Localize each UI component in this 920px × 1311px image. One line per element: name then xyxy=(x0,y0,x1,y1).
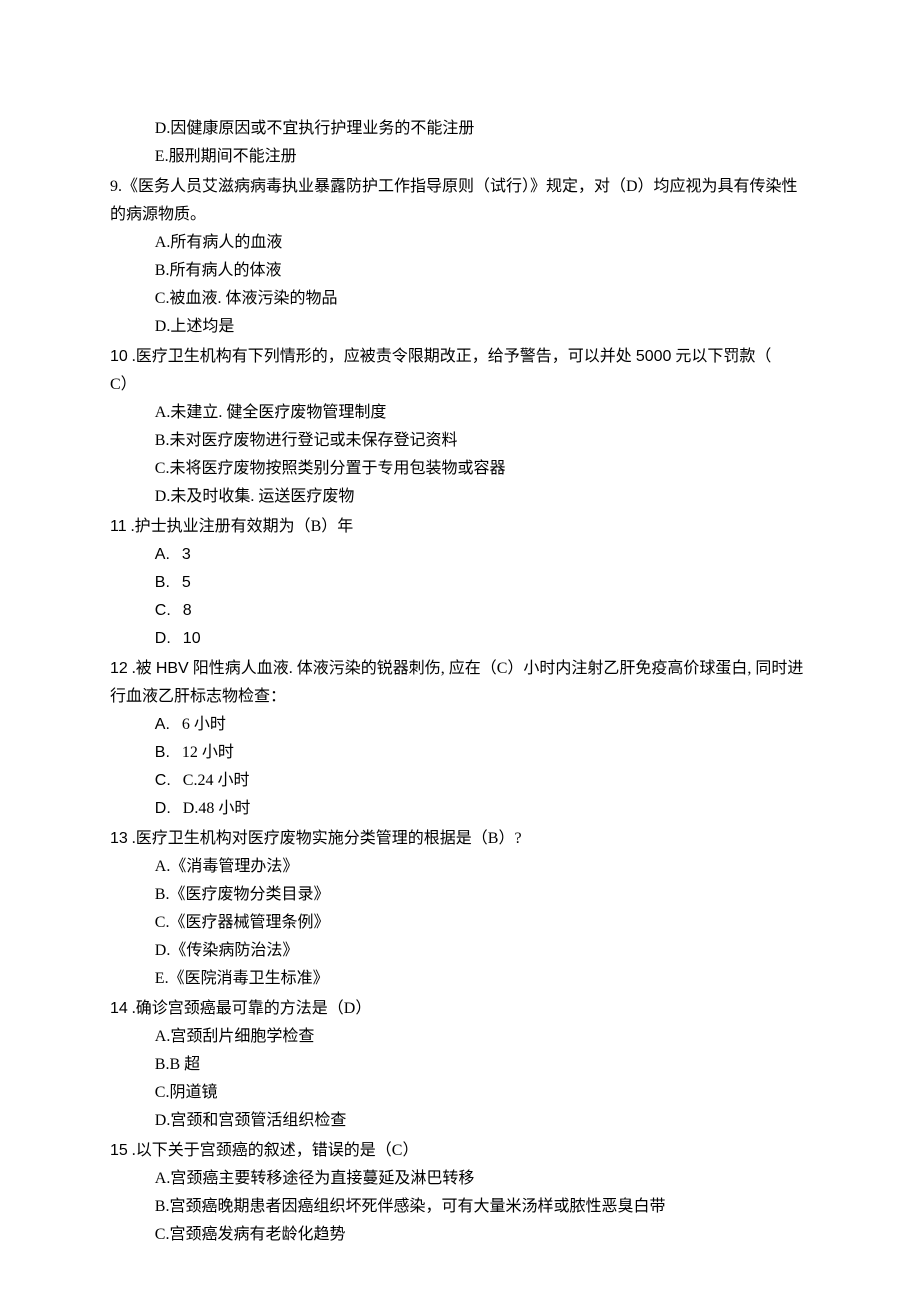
q9-option-c: C.被血液. 体液污染的物品 xyxy=(110,285,810,313)
q13-option-d: D.《传染病防治法》 xyxy=(110,937,810,965)
q15-stem-text: .以下关于宫颈癌的叙述，错误的是（C） xyxy=(128,1142,419,1159)
q11-option-c: C. 8 xyxy=(110,597,810,625)
q11-c-label: C. xyxy=(155,602,171,619)
q15-option-a: A.宫颈癌主要转移途径为直接蔓延及淋巴转移 xyxy=(110,1165,810,1193)
question-12: 12 .被 HBV 阳性病人血液. 体液污染的锐器刺伤, 应在（C）小时内注射乙… xyxy=(110,655,810,823)
question-10: 10 .医疗卫生机构有下列情形的，应被责令限期改正，给予警告，可以并处 5000… xyxy=(110,343,810,511)
question-10-stem: 10 .医疗卫生机构有下列情形的，应被责令限期改正，给予警告，可以并处 5000… xyxy=(110,343,810,371)
q11-b-label: B. xyxy=(155,574,170,591)
q11-option-d: D. 10 xyxy=(110,625,810,653)
q13-number: 13 xyxy=(110,830,128,847)
q13-option-b: B.《医疗废物分类目录》 xyxy=(110,881,810,909)
q12-option-b: B. 12 小时 xyxy=(110,739,810,767)
q15-number: 15 xyxy=(110,1142,128,1159)
q11-number: 11 xyxy=(110,518,127,535)
question-12-stem: 12 .被 HBV 阳性病人血液. 体液污染的锐器刺伤, 应在（C）小时内注射乙… xyxy=(110,655,810,711)
q13-option-e: E.《医院消毒卫生标准》 xyxy=(110,965,810,993)
q15-option-b: B.宫颈癌晚期患者因癌组织坏死伴感染，可有大量米汤样或脓性恶臭白带 xyxy=(110,1193,810,1221)
q12-stem-b: 阳性病人血液. 体液污染的锐器刺伤, 应在（C）小时内注射乙肝免疫高价球蛋白, … xyxy=(110,660,803,705)
question-13-stem: 13 .医疗卫生机构对医疗废物实施分类管理的根据是（B）? xyxy=(110,825,810,853)
q12-a-val: 6 小时 xyxy=(182,716,226,733)
q12-d-label: D. xyxy=(155,800,171,817)
q11-a-label: A. xyxy=(155,546,170,563)
question-15-stem: 15 .以下关于宫颈癌的叙述，错误的是（C） xyxy=(110,1137,810,1165)
q12-option-a: A. 6 小时 xyxy=(110,711,810,739)
q14-option-c: C.阴道镜 xyxy=(110,1079,810,1107)
q12-b-val: 12 小时 xyxy=(182,744,234,761)
q9-option-a: A.所有病人的血液 xyxy=(110,229,810,257)
q13-option-c: C.《医疗器械管理条例》 xyxy=(110,909,810,937)
q10-stem-post: 元以下罚款（ xyxy=(671,348,771,365)
q10-stem-text: .医疗卫生机构有下列情形的，应被责令限期改正，给予警告，可以并处 xyxy=(128,348,636,365)
q12-option-c: C. C.24 小时 xyxy=(110,767,810,795)
question-10-stem-line2: C） xyxy=(110,371,810,399)
question-15: 15 .以下关于宫颈癌的叙述，错误的是（C） A.宫颈癌主要转移途径为直接蔓延及… xyxy=(110,1137,810,1249)
q10-amount: 5000 xyxy=(636,348,672,365)
q10-number: 10 xyxy=(110,348,128,365)
question-11: 11 .护士执业注册有效期为（B）年 A. 3 B. 5 C. 8 D. 10 xyxy=(110,513,810,653)
question-9: 9.《医务人员艾滋病病毒执业暴露防护工作指导原则（试行）》规定，对（D）均应视为… xyxy=(110,173,810,341)
q12-stem-a: .被 xyxy=(128,660,156,677)
q13-stem-text: .医疗卫生机构对医疗废物实施分类管理的根据是（B）? xyxy=(128,830,522,847)
q11-a-val: 3 xyxy=(182,546,191,563)
q14-number: 14 xyxy=(110,1000,128,1017)
q15-option-c: C.宫颈癌发病有老龄化趋势 xyxy=(110,1221,810,1249)
q9-option-b: B.所有病人的体液 xyxy=(110,257,810,285)
q10-option-d: D.未及时收集. 运送医疗废物 xyxy=(110,483,810,511)
q12-hbv: HBV xyxy=(156,660,189,677)
question-14-stem: 14 .确诊宫颈癌最可靠的方法是（D） xyxy=(110,995,810,1023)
q11-stem-text: .护士执业注册有效期为（B）年 xyxy=(127,518,354,535)
question-9-stem: 9.《医务人员艾滋病病毒执业暴露防护工作指导原则（试行）》规定，对（D）均应视为… xyxy=(110,173,810,229)
q10-option-b: B.未对医疗废物进行登记或未保存登记资料 xyxy=(110,427,810,455)
q13-option-a: A.《消毒管理办法》 xyxy=(110,853,810,881)
q14-option-a: A.宫颈刮片细胞学检查 xyxy=(110,1023,810,1051)
question-13: 13 .医疗卫生机构对医疗废物实施分类管理的根据是（B）? A.《消毒管理办法》… xyxy=(110,825,810,993)
q11-c-val: 8 xyxy=(183,602,192,619)
option-e: E.服刑期间不能注册 xyxy=(110,143,810,171)
question-11-stem: 11 .护士执业注册有效期为（B）年 xyxy=(110,513,810,541)
q12-option-d: D. D.48 小时 xyxy=(110,795,810,823)
q12-c-label: C. xyxy=(155,772,171,789)
q10-option-c: C.未将医疗废物按照类别分置于专用包装物或容器 xyxy=(110,455,810,483)
q11-d-val: 10 xyxy=(183,630,201,647)
q12-a-label: A. xyxy=(155,716,170,733)
q14-option-d: D.宫颈和宫颈管活组织检查 xyxy=(110,1107,810,1135)
q12-c-val: C.24 小时 xyxy=(183,772,250,789)
q10-option-a: A.未建立. 健全医疗废物管理制度 xyxy=(110,399,810,427)
q11-b-val: 5 xyxy=(182,574,191,591)
q12-d-val: D.48 小时 xyxy=(183,800,251,817)
pre-options: D.因健康原因或不宜执行护理业务的不能注册 E.服刑期间不能注册 xyxy=(110,115,810,171)
q9-option-d: D.上述均是 xyxy=(110,313,810,341)
q14-option-b: B.B 超 xyxy=(110,1051,810,1079)
q11-option-b: B. 5 xyxy=(110,569,810,597)
option-d: D.因健康原因或不宜执行护理业务的不能注册 xyxy=(110,115,810,143)
question-14: 14 .确诊宫颈癌最可靠的方法是（D） A.宫颈刮片细胞学检查 B.B 超 C.… xyxy=(110,995,810,1135)
q11-option-a: A. 3 xyxy=(110,541,810,569)
q14-stem-text: .确诊宫颈癌最可靠的方法是（D） xyxy=(128,1000,372,1017)
q11-d-label: D. xyxy=(155,630,171,647)
q12-b-label: B. xyxy=(155,744,170,761)
q12-number: 12 xyxy=(110,660,128,677)
